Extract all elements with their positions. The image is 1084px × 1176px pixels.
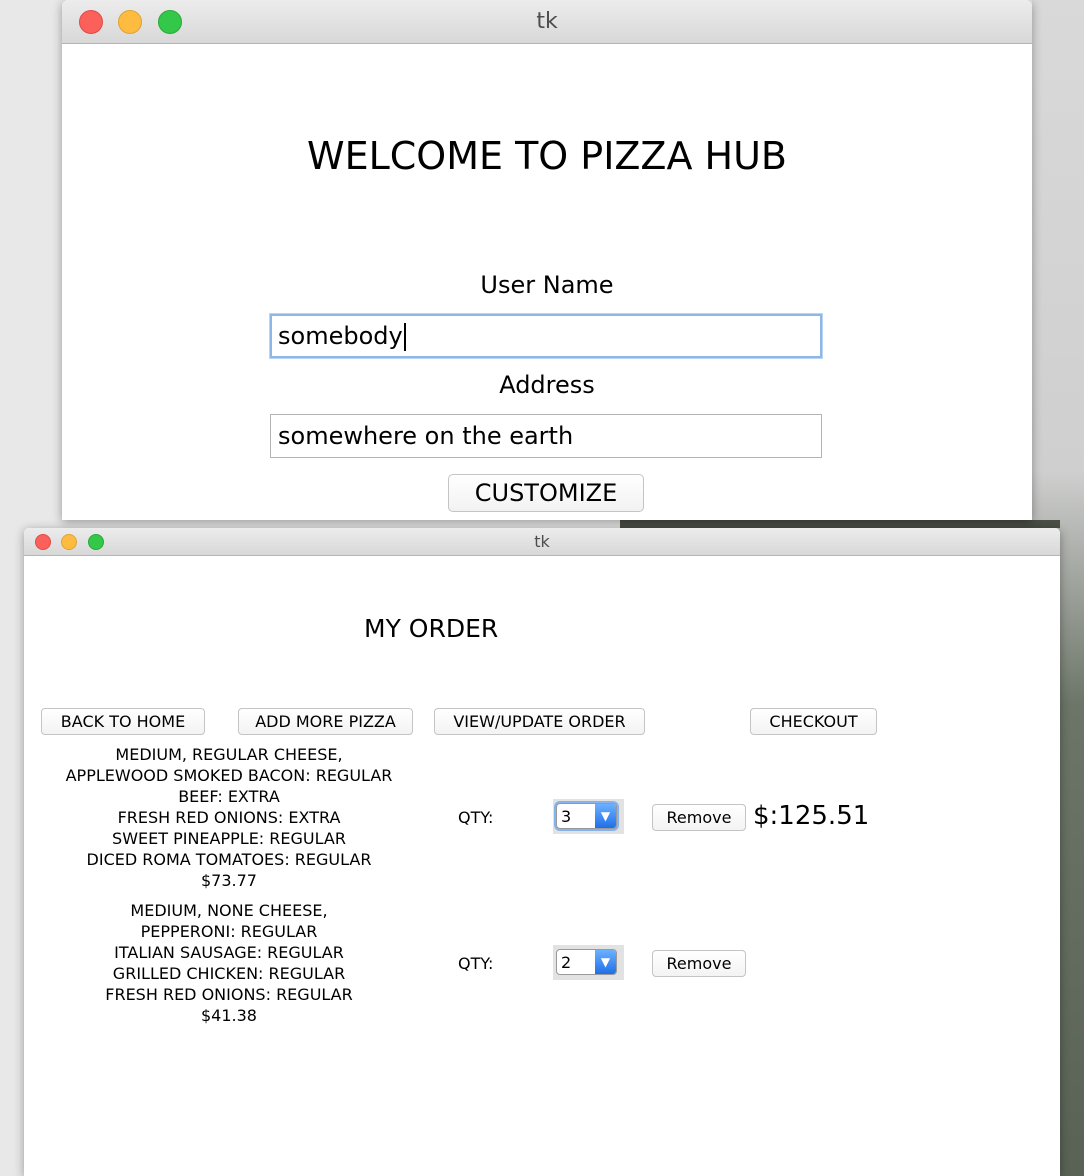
username-label: User Name — [480, 271, 614, 299]
order-item-description: MEDIUM, NONE CHEESE, PEPPERONI: REGULAR … — [44, 900, 414, 1026]
order-window: tk MY ORDER BACK TO HOME ADD MORE PIZZA … — [24, 528, 1060, 1176]
desktop-background-strip — [620, 520, 1060, 528]
customize-button[interactable]: CUSTOMIZE — [448, 474, 644, 512]
checkout-button[interactable]: CHECKOUT — [750, 708, 877, 735]
view-update-order-button[interactable]: VIEW/UPDATE ORDER — [434, 708, 645, 735]
order-total: $:125.51 — [753, 801, 870, 831]
qty-select[interactable]: 2 ▼ — [556, 949, 617, 975]
item-line: DICED ROMA TOMATOES: REGULAR — [86, 850, 372, 869]
qty-label: QTY: — [458, 808, 494, 827]
window-title: tk — [536, 9, 558, 34]
username-value: somebody — [278, 322, 403, 350]
item-line: ITALIAN SAUSAGE: REGULAR — [114, 943, 344, 962]
title-bar: tk — [24, 528, 1060, 556]
username-input[interactable]: somebody — [270, 314, 822, 358]
address-input[interactable]: somewhere on the earth — [270, 414, 822, 458]
item-line: GRILLED CHICKEN: REGULAR — [112, 964, 346, 983]
item-price: $73.77 — [201, 871, 257, 890]
address-label: Address — [499, 371, 595, 399]
item-line: SWEET PINEAPPLE: REGULAR — [112, 829, 346, 848]
order-item-description: MEDIUM, REGULAR CHEESE, APPLEWOOD SMOKED… — [44, 744, 414, 891]
item-line: FRESH RED ONIONS: EXTRA — [117, 808, 341, 827]
minimize-window-button[interactable] — [61, 534, 77, 550]
remove-button[interactable]: Remove — [652, 950, 746, 977]
zoom-window-button[interactable] — [88, 534, 104, 550]
address-value: somewhere on the earth — [278, 422, 574, 450]
chevron-down-icon[interactable]: ▼ — [595, 950, 616, 974]
qty-select[interactable]: 3 ▼ — [556, 803, 617, 829]
title-bar: tk — [62, 0, 1032, 44]
chevron-down-icon[interactable]: ▼ — [595, 804, 616, 828]
item-line: MEDIUM, REGULAR CHEESE, — [115, 745, 343, 764]
item-line: FRESH RED ONIONS: REGULAR — [105, 985, 353, 1004]
item-line: PEPPERONI: REGULAR — [140, 922, 318, 941]
window-title: tk — [534, 532, 550, 551]
add-more-pizza-button[interactable]: ADD MORE PIZZA — [238, 708, 413, 735]
qty-label: QTY: — [458, 954, 494, 973]
item-line: APPLEWOOD SMOKED BACON: REGULAR — [65, 766, 393, 785]
back-to-home-button[interactable]: BACK TO HOME — [41, 708, 205, 735]
text-cursor — [403, 323, 406, 351]
remove-button[interactable]: Remove — [652, 804, 746, 831]
qty-value: 3 — [561, 807, 572, 826]
qty-value: 2 — [561, 953, 572, 972]
close-window-button[interactable] — [79, 10, 103, 34]
login-window: tk WELCOME TO PIZZA HUB User Name somebo… — [62, 0, 1032, 520]
qty-select-frame: 3 ▼ — [553, 799, 624, 834]
qty-select-frame: 2 ▼ — [553, 945, 624, 980]
welcome-heading: WELCOME TO PIZZA HUB — [307, 134, 787, 178]
item-line: BEEF: EXTRA — [178, 787, 280, 806]
minimize-window-button[interactable] — [118, 10, 142, 34]
close-window-button[interactable] — [35, 534, 51, 550]
item-line: MEDIUM, NONE CHEESE, — [130, 901, 328, 920]
order-heading: MY ORDER — [364, 614, 499, 643]
zoom-window-button[interactable] — [158, 10, 182, 34]
item-price: $41.38 — [201, 1006, 257, 1025]
